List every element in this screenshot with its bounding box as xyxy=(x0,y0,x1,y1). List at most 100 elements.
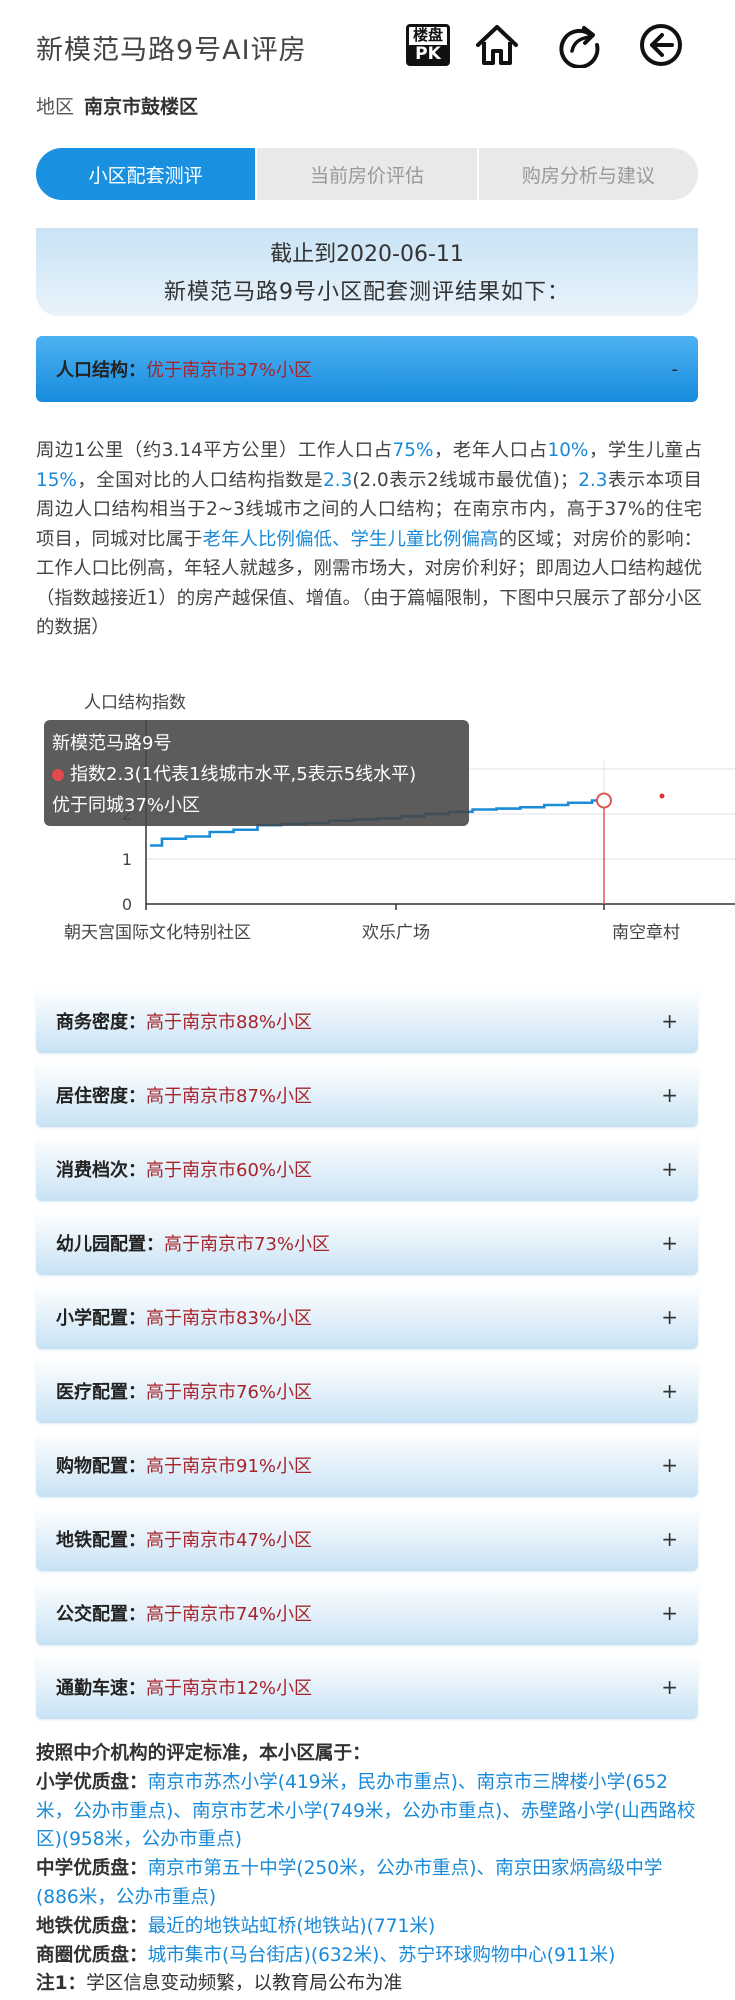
chart-ytick-label: 0 xyxy=(122,895,132,914)
region: 地区 南京市鼓楼区 xyxy=(36,92,198,119)
chart-category-label: 南空章村 xyxy=(612,923,680,943)
population-description: 周边1公里（约3.14平方公里）工作人口占75%，老年人口占10%，学生儿童占 1… xyxy=(36,436,702,643)
desc-text: ，老年人口占 xyxy=(433,440,548,461)
facility-label: 地铁配置： xyxy=(56,1530,146,1551)
facility-accordion-header[interactable]: 幼儿园配置： 高于南京市73%小区 + xyxy=(36,1211,698,1275)
facility-label: 小学配置： xyxy=(56,1308,146,1329)
expand-icon: + xyxy=(661,1675,678,1699)
facility-value: 高于南京市12%小区 xyxy=(146,1678,313,1699)
chart-highlight-point xyxy=(596,792,612,809)
structure-index: 2.3 xyxy=(578,469,608,491)
desc-text: (2.0表示2线城市最优值)； xyxy=(352,469,579,491)
facility-value: 高于南京市74%小区 xyxy=(146,1604,313,1625)
collapse-icon: - xyxy=(671,358,679,380)
share-icon[interactable] xyxy=(556,22,602,68)
expand-icon: + xyxy=(661,1601,678,1625)
region-value: 南京市鼓楼区 xyxy=(84,96,199,118)
home-icon[interactable] xyxy=(474,22,520,68)
summary-date: 截止到2020-06-11 xyxy=(270,242,464,267)
facility-accordion-header[interactable]: 医疗配置： 高于南京市76%小区 + xyxy=(36,1359,698,1423)
chart-category-label: 朝天宫国际文化特别社区 xyxy=(64,923,251,943)
back-icon[interactable] xyxy=(638,22,684,68)
facility-label: 购物配置： xyxy=(56,1456,146,1477)
facility-accordion-header[interactable]: 居住密度： 高于南京市87%小区 + xyxy=(36,1063,698,1127)
old-ratio: 10% xyxy=(547,440,589,461)
facility-value: 高于南京市47%小区 xyxy=(146,1530,313,1551)
note-text: 学区信息变动频繁，以教育局公布为准 xyxy=(86,1973,403,1995)
expand-icon: + xyxy=(661,1157,678,1181)
metro-label: 地铁优质盘： xyxy=(36,1915,148,1937)
mall-link[interactable]: 城市集市(马台街店)(632米)、苏宁环球购物中心(911米) xyxy=(148,1945,616,1966)
expand-icon: + xyxy=(661,1527,678,1551)
chart-outlier-point xyxy=(659,793,665,799)
chart-ytick-label: 1 xyxy=(122,850,132,869)
facility-label: 消费档次： xyxy=(56,1160,146,1181)
population-label: 人口结构： xyxy=(56,360,146,381)
facility-label: 幼儿园配置： xyxy=(56,1234,164,1255)
tab-price-evaluation[interactable]: 当前房价评估 xyxy=(255,148,476,200)
facility-accordion-header[interactable]: 商务密度： 高于南京市88%小区 + xyxy=(36,989,698,1053)
metro-link[interactable]: 最近的地铁站虹桥(地铁站)(771米) xyxy=(148,1916,436,1937)
pk-icon-top-text: 楼盘 xyxy=(412,25,443,44)
tooltip-marker-dot xyxy=(52,769,64,781)
population-accordion-header[interactable]: 人口结构： 优于南京市37%小区 - xyxy=(36,336,698,402)
desc-text: ，学生儿童占 xyxy=(588,440,702,461)
note-label: 注1： xyxy=(36,1973,87,1995)
facility-value: 高于南京市76%小区 xyxy=(146,1382,313,1403)
facility-accordion-header[interactable]: 消费档次： 高于南京市60%小区 + xyxy=(36,1137,698,1201)
facility-accordion-header[interactable]: 购物配置： 高于南京市91%小区 + xyxy=(36,1433,698,1497)
tooltip-index-line: 指数2.3(1代表1线城市水平,5表示5线水平) xyxy=(52,759,461,790)
middle-school-quality: 中学优质盘：南京市第五十中学(250米，公办市重点)、南京田家炳高级中学(886… xyxy=(36,1855,702,1913)
facility-label: 通勤车速： xyxy=(56,1678,146,1699)
note: 注1：学区信息变动频繁，以教育局公布为准 xyxy=(36,1970,702,1999)
pk-icon-bottom-text: PK xyxy=(409,44,447,63)
chart-tooltip: 新模范马路9号 指数2.3(1代表1线城市水平,5表示5线水平) 优于同城37%… xyxy=(44,720,469,826)
app-title: 新模范马路9号AI评房 xyxy=(36,35,307,66)
tooltip-compare: 优于同城37%小区 xyxy=(52,795,201,816)
middle-label: 中学优质盘： xyxy=(36,1858,148,1880)
work-ratio: 75% xyxy=(392,440,434,461)
facility-label: 商务密度： xyxy=(56,1012,146,1033)
region-tag: 老年人比例偏低、学生儿童比例偏高 xyxy=(202,528,499,550)
facility-label: 居住密度： xyxy=(56,1086,146,1107)
facility-value: 高于南京市87%小区 xyxy=(146,1086,313,1107)
facility-value: 高于南京市91%小区 xyxy=(146,1456,313,1477)
facility-label: 医疗配置： xyxy=(56,1382,146,1403)
tab-purchase-advice[interactable]: 购房分析与建议 xyxy=(476,148,698,200)
tab-community-facilities[interactable]: 小区配套测评 xyxy=(36,148,256,200)
population-chart: 人口结构指数 012朝天宫国际文化特别社区欢乐广场南空章村 新模范马路9号 指数… xyxy=(36,690,735,950)
mall-label: 商圈优质盘： xyxy=(36,1944,148,1966)
tab-bar: 小区配套测评 当前房价评估 购房分析与建议 xyxy=(36,148,698,200)
expand-icon: + xyxy=(661,1231,678,1255)
primary-school-quality: 小学优质盘：南京市苏杰小学(419米，民办市重点)、南京市三牌楼小学(652米，… xyxy=(36,1769,702,1855)
chart-ylabel: 人口结构指数 xyxy=(84,693,186,713)
facility-value: 高于南京市88%小区 xyxy=(146,1012,313,1033)
child-ratio: 15% xyxy=(36,469,77,491)
expand-icon: + xyxy=(661,1305,678,1329)
facility-accordion-header[interactable]: 公交配置： 高于南京市74%小区 + xyxy=(36,1581,698,1645)
population-value: 优于南京市37%小区 xyxy=(146,360,313,381)
header: 新模范马路9号AI评房 楼盘 PK xyxy=(0,0,735,90)
tooltip-index: 指数2.3(1代表1线城市水平,5表示5线水平) xyxy=(70,764,417,785)
expand-icon: + xyxy=(661,1379,678,1403)
facility-accordion-header[interactable]: 小学配置： 高于南京市83%小区 + xyxy=(36,1285,698,1349)
pk-icon[interactable]: 楼盘 PK xyxy=(406,24,450,66)
tooltip-name: 新模范马路9号 xyxy=(52,733,172,754)
desc-text: 周边1公里（约3.14平方公里）工作人口占 xyxy=(36,440,393,461)
metro-quality: 地铁优质盘：最近的地铁站虹桥(地铁站)(771米) xyxy=(36,1913,702,1942)
quality-summary: 按照中介机构的评定标准，本小区属于： 小学优质盘：南京市苏杰小学(419米，民办… xyxy=(36,1740,702,1999)
facility-value: 高于南京市73%小区 xyxy=(164,1234,331,1255)
expand-icon: + xyxy=(661,1453,678,1477)
expand-icon: + xyxy=(661,1083,678,1107)
summary-box: 截止到2020-06-11 新模范马路9号小区配套测评结果如下： xyxy=(36,228,698,316)
structure-index: 2.3 xyxy=(323,469,353,491)
desc-text: ，全国对比的人口结构指数是 xyxy=(76,469,324,491)
facility-accordion-header[interactable]: 通勤车速： 高于南京市12%小区 + xyxy=(36,1655,698,1719)
mall-quality: 商圈优质盘：城市集市(马台街店)(632米)、苏宁环球购物中心(911米) xyxy=(36,1942,702,1971)
facility-accordion-header[interactable]: 地铁配置： 高于南京市47%小区 + xyxy=(36,1507,698,1571)
quality-intro: 按照中介机构的评定标准，本小区属于： xyxy=(36,1743,371,1764)
summary-title: 新模范马路9号小区配套测评结果如下： xyxy=(164,280,570,305)
expand-icon: + xyxy=(661,1009,678,1033)
facility-label: 公交配置： xyxy=(56,1604,146,1625)
facility-value: 高于南京市60%小区 xyxy=(146,1160,313,1181)
